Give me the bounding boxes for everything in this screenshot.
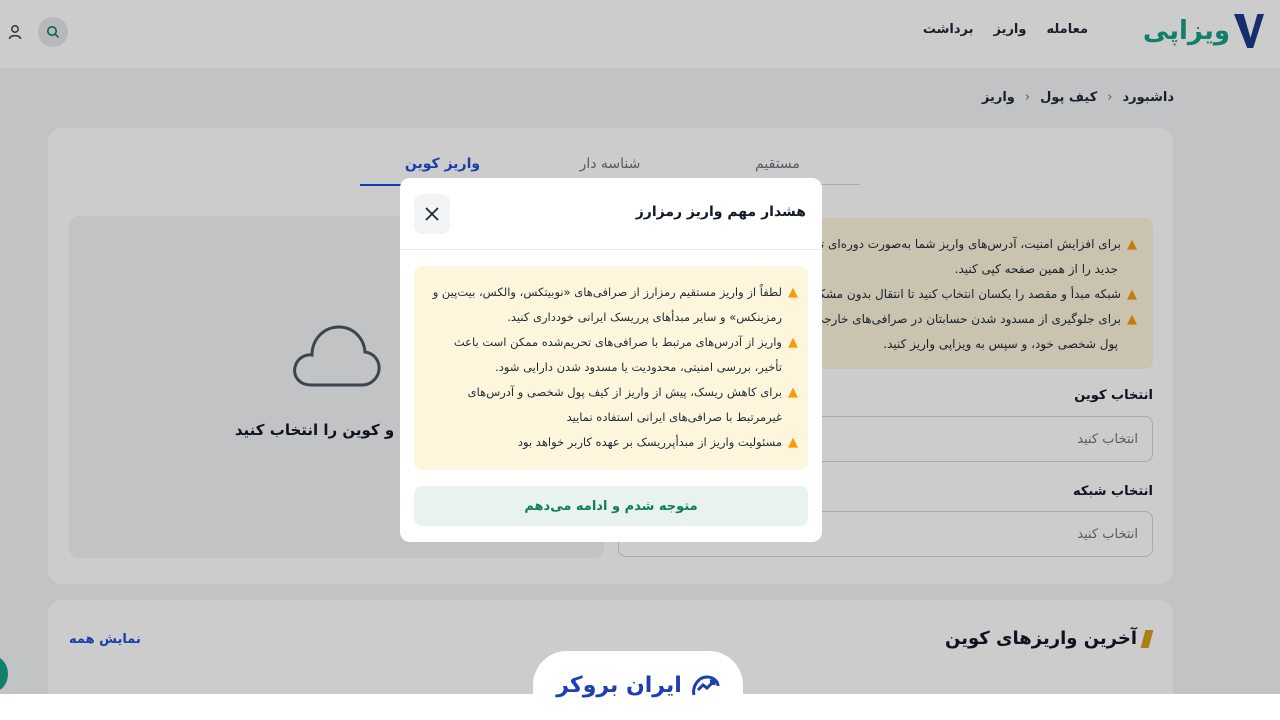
confirm-continue-button[interactable]: متوجه شدم و ادامه می‌دهم [414,486,808,526]
close-button[interactable] [414,194,450,234]
warning-icon: ▲ [788,385,798,400]
chart-up-icon [691,674,720,695]
modal-warning-list: ▲ لطفاً از واریز مستقیم رمزارز از صرافی‌ه… [414,266,808,470]
warning-item: ▲ برای کاهش ریسک، پیش از واریز از کیف پول… [424,380,798,430]
warning-icon: ▲ [788,285,798,300]
close-icon [425,207,439,221]
warning-item: ▲ واریز از آدرس‌های مرتبط با صرافی‌های تح… [424,330,798,380]
watermark-text: ایران بروکر [556,673,682,698]
warning-icon: ▲ [788,435,798,450]
iranbroker-watermark: ایران بروکر [533,651,743,720]
warning-item: ▲ لطفاً از واریز مستقیم رمزارز از صرافی‌ه… [424,280,798,330]
warning-icon: ▲ [788,335,798,350]
warning-item: ▲ مسئولیت واریز از مبدأپرریسک بر عهده کار… [424,430,798,455]
modal-header: هشدار مهم واریز رمزارز [400,178,822,250]
modal-title: هشدار مهم واریز رمزارز [635,204,806,220]
crypto-warning-modal: هشدار مهم واریز رمزارز ▲ لطفاً از واریز م… [400,178,822,542]
